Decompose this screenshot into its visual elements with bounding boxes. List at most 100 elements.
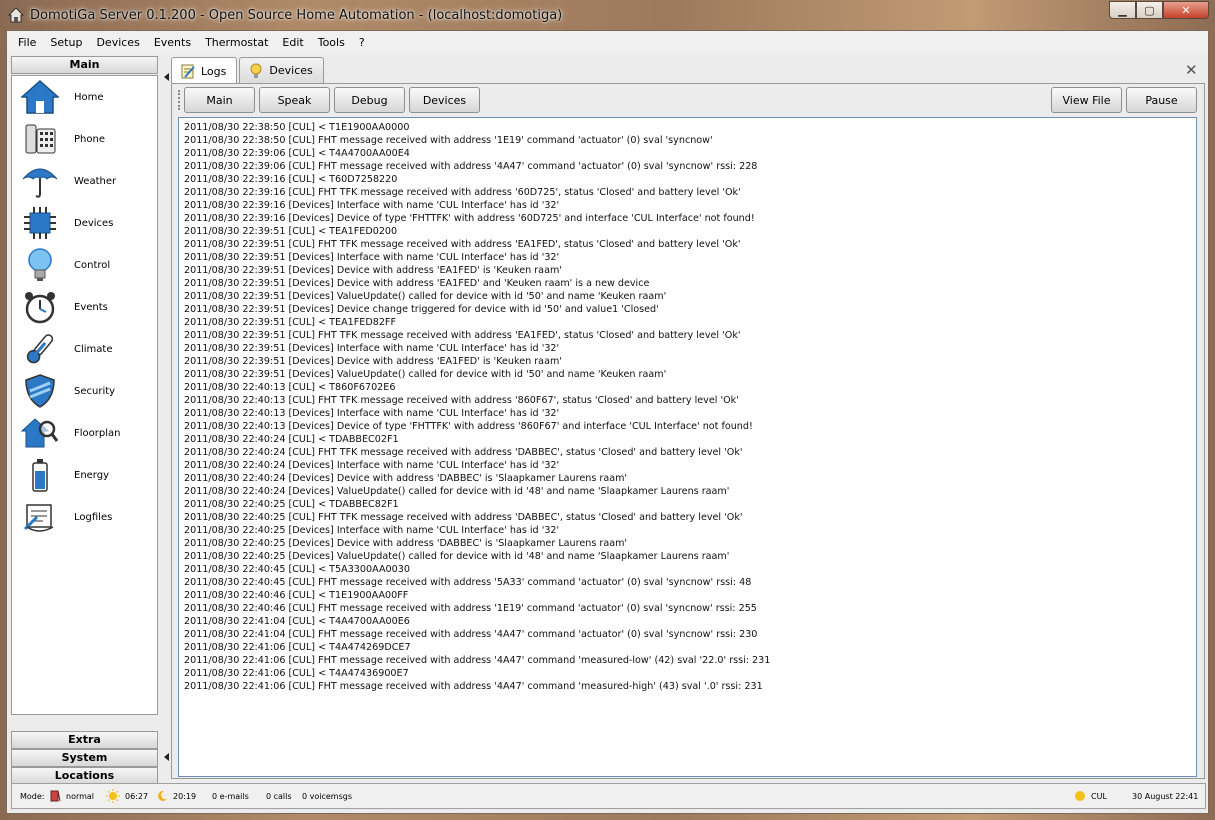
log-line: 2011/08/30 22:39:16 [CUL] FHT TFK messag… bbox=[184, 187, 741, 198]
filter-speak-button[interactable]: Speak bbox=[259, 87, 330, 113]
menu-devices[interactable]: Devices bbox=[89, 36, 146, 49]
log-toolbar: Main Speak Debug Devices View File Pause bbox=[178, 86, 1198, 114]
window-title: DomotiGa Server 0.1.200 - Open Source Ho… bbox=[30, 7, 563, 23]
menu-thermostat[interactable]: Thermostat bbox=[198, 36, 275, 49]
sidebar-sections: Extra System Locations bbox=[11, 731, 158, 785]
lightbulb-icon bbox=[250, 63, 262, 78]
tab-label: Logs bbox=[201, 64, 227, 78]
sidebar-section-extra[interactable]: Extra bbox=[11, 731, 158, 749]
log-line: 2011/08/30 22:40:25 [CUL] FHT TFK messag… bbox=[184, 512, 743, 523]
sidebar-item-label: Home bbox=[74, 91, 104, 103]
filter-devices-button[interactable]: Devices bbox=[409, 87, 480, 113]
collapse-arrow-icon[interactable] bbox=[164, 753, 169, 761]
minimize-button[interactable]: ▁ bbox=[1109, 1, 1136, 19]
sidebar-item-weather[interactable]: Weather bbox=[12, 160, 157, 202]
sidebar-item-control[interactable]: Control bbox=[12, 244, 157, 286]
log-line: 2011/08/30 22:40:24 [Devices] Interface … bbox=[184, 460, 560, 471]
sidebar-item-label: Floorplan bbox=[74, 427, 121, 439]
status-mode-label: Mode: bbox=[20, 791, 45, 801]
sidebar-item-energy[interactable]: Energy bbox=[12, 454, 157, 496]
sidebar-item-label: Energy bbox=[74, 469, 110, 481]
sidebar-panel: Home Phone Weather Devices Control Event… bbox=[11, 75, 158, 715]
collapse-arrow-icon[interactable] bbox=[164, 73, 169, 81]
menu-events[interactable]: Events bbox=[147, 36, 198, 49]
sidebar-section-system[interactable]: System bbox=[11, 749, 158, 767]
log-line: 2011/08/30 22:40:13 [Devices] Interface … bbox=[184, 408, 560, 419]
sidebar-item-home[interactable]: Home bbox=[12, 76, 157, 118]
sidebar-item-label: Phone bbox=[74, 133, 105, 145]
log-line: 2011/08/30 22:39:51 [CUL] < TEA1FED82FF bbox=[184, 317, 396, 328]
sidebar-header-main[interactable]: Main bbox=[11, 56, 158, 74]
log-line: 2011/08/30 22:40:24 [CUL] < TDABBEC02F1 bbox=[184, 434, 399, 445]
sidebar-item-security[interactable]: Security bbox=[12, 370, 157, 412]
status-sunrise: 06:27 bbox=[106, 784, 148, 808]
sidebar-item-label: Security bbox=[74, 385, 116, 397]
log-line: 2011/08/30 22:39:51 [CUL] FHT TFK messag… bbox=[184, 330, 741, 341]
menu-edit[interactable]: Edit bbox=[275, 36, 310, 49]
log-line: 2011/08/30 22:40:25 [Devices] Interface … bbox=[184, 525, 560, 536]
menu-tools[interactable]: Tools bbox=[311, 36, 352, 49]
sidebar-item-devices[interactable]: Devices bbox=[12, 202, 157, 244]
log-line: 2011/08/30 22:39:51 [Devices] Device wit… bbox=[184, 278, 650, 289]
sidebar-item-logfiles[interactable]: Logfiles bbox=[12, 496, 157, 538]
sidebar-item-label: Events bbox=[74, 301, 108, 313]
notepad-icon bbox=[181, 64, 195, 79]
log-line: 2011/08/30 22:40:46 [CUL] < T1E1900AA00F… bbox=[184, 590, 409, 601]
menu-setup[interactable]: Setup bbox=[43, 36, 89, 49]
toolbar-grip[interactable] bbox=[178, 90, 182, 110]
log-line: 2011/08/30 22:40:25 [CUL] < TDABBEC82F1 bbox=[184, 499, 399, 510]
log-line: 2011/08/30 22:39:51 [Devices] Device cha… bbox=[184, 304, 659, 315]
sidebar-item-label: Weather bbox=[74, 175, 117, 187]
sun-icon bbox=[106, 789, 120, 803]
log-line: 2011/08/30 22:40:45 [CUL] < T5A3300AA003… bbox=[184, 564, 410, 575]
close-window-button[interactable]: ✕ bbox=[1163, 1, 1209, 19]
maximize-button[interactable]: ▢ bbox=[1136, 1, 1163, 19]
logs-panel: Main Speak Debug Devices View File Pause… bbox=[171, 83, 1205, 779]
window-controls: ▁ ▢ ✕ bbox=[1109, 1, 1209, 19]
status-voicemsgs: 0 voicemsgs bbox=[302, 791, 353, 801]
interface-status-icon bbox=[1075, 791, 1085, 801]
log-line: 2011/08/30 22:39:51 [Devices] Device wit… bbox=[184, 356, 562, 367]
log-line: 2011/08/30 22:39:51 [Devices] Device wit… bbox=[184, 265, 562, 276]
sidebar-item-climate[interactable]: Climate bbox=[12, 328, 157, 370]
log-line: 2011/08/30 22:41:04 [CUL] < T4A4700AA00E… bbox=[184, 616, 410, 627]
menu-help[interactable]: ? bbox=[352, 36, 372, 49]
log-line: 2011/08/30 22:40:46 [CUL] FHT message re… bbox=[184, 603, 757, 614]
sidebar-item-events[interactable]: Events bbox=[12, 286, 157, 328]
pause-button[interactable]: Pause bbox=[1126, 87, 1197, 113]
sidebar: Main Home Phone Weather Devices Control … bbox=[11, 56, 158, 785]
client-area: File Setup Devices Events Thermostat Edi… bbox=[6, 30, 1209, 814]
status-emails: 0 e-mails bbox=[212, 791, 249, 801]
log-output[interactable]: 2011/08/30 22:38:50 [CUL] < T1E1900AA000… bbox=[178, 117, 1197, 777]
umbrella-icon bbox=[20, 163, 60, 199]
log-line: 2011/08/30 22:41:06 [CUL] < T4A474269DCE… bbox=[184, 642, 411, 653]
log-line: 2011/08/30 22:39:16 [Devices] Device of … bbox=[184, 213, 755, 224]
status-datetime: 30 August 22:41 bbox=[1132, 791, 1199, 801]
title-bar[interactable]: DomotiGa Server 0.1.200 - Open Source Ho… bbox=[0, 0, 1215, 30]
log-line: 2011/08/30 22:39:51 [CUL] FHT TFK messag… bbox=[184, 239, 741, 250]
sunset-time: 20:19 bbox=[173, 791, 197, 801]
log-line: 2011/08/30 22:39:16 [CUL] < T60D7258220 bbox=[184, 174, 398, 185]
log-line: 2011/08/30 22:40:13 [CUL] FHT TFK messag… bbox=[184, 395, 739, 406]
filter-main-button[interactable]: Main bbox=[184, 87, 255, 113]
house-magnifier-icon bbox=[20, 415, 60, 451]
sidebar-item-floorplan[interactable]: Floorplan bbox=[12, 412, 157, 454]
view-file-button[interactable]: View File bbox=[1051, 87, 1122, 113]
status-sunset: 20:19 bbox=[156, 784, 196, 808]
log-line: 2011/08/30 22:40:24 [CUL] FHT TFK messag… bbox=[184, 447, 743, 458]
sidebar-item-phone[interactable]: Phone bbox=[12, 118, 157, 160]
log-line: 2011/08/30 22:40:25 [Devices] ValueUpdat… bbox=[184, 551, 730, 562]
sidebar-item-label: Logfiles bbox=[74, 511, 113, 523]
battery-icon bbox=[20, 457, 60, 493]
log-line: 2011/08/30 22:40:24 [Devices] Device wit… bbox=[184, 473, 628, 484]
tab-devices[interactable]: Devices bbox=[239, 57, 324, 83]
log-line: 2011/08/30 22:39:06 [CUL] < T4A4700AA00E… bbox=[184, 148, 410, 159]
phone-icon bbox=[20, 121, 60, 157]
shield-icon bbox=[20, 373, 60, 409]
filter-debug-button[interactable]: Debug bbox=[334, 87, 405, 113]
log-line: 2011/08/30 22:39:51 [Devices] Interface … bbox=[184, 252, 560, 263]
menu-file[interactable]: File bbox=[11, 36, 43, 49]
log-line: 2011/08/30 22:39:51 [Devices] Interface … bbox=[184, 343, 560, 354]
close-tab-icon[interactable]: ✕ bbox=[1185, 61, 1198, 79]
tab-logs[interactable]: Logs bbox=[171, 57, 238, 84]
